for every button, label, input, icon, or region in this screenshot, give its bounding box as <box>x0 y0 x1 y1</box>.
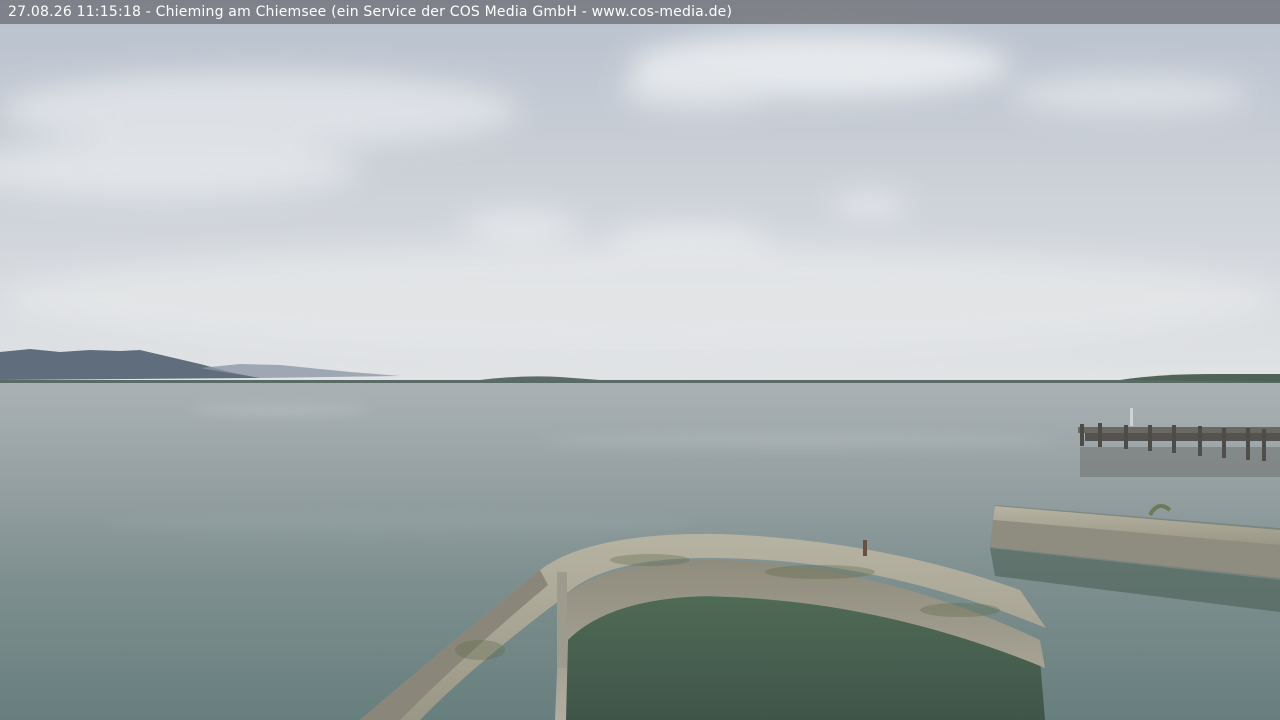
webcam-scene <box>0 0 1280 720</box>
caption-bar: 27.08.26 11:15:18 - Chieming am Chiemsee… <box>0 0 1280 24</box>
webcam-frame: 27.08.26 11:15:18 - Chieming am Chiemsee… <box>0 0 1280 720</box>
timestamp-caption: 27.08.26 11:15:18 - Chieming am Chiemsee… <box>8 4 733 20</box>
